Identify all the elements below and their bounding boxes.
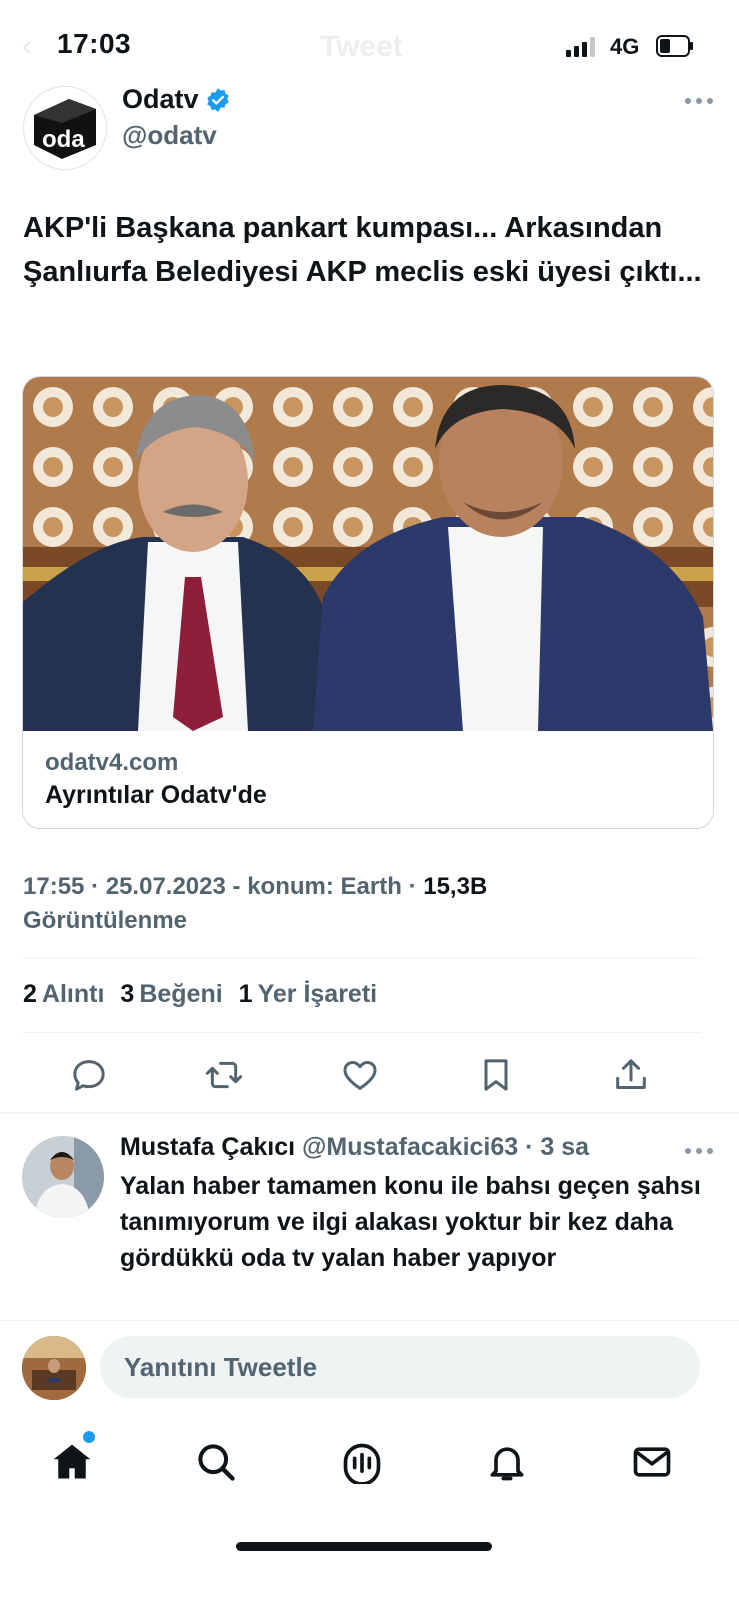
- bookmark-icon[interactable]: [476, 1055, 516, 1095]
- meta-separator: -: [232, 873, 248, 900]
- view-count: 15,3B: [423, 873, 488, 900]
- like-icon[interactable]: [340, 1055, 380, 1095]
- reply-header[interactable]: Mustafa Çakıcı @Mustafacakici63 · 3 sa: [120, 1133, 589, 1162]
- network-type: 4G: [610, 34, 640, 59]
- messages-icon[interactable]: [630, 1440, 674, 1484]
- screen-title-faded: Tweet: [320, 30, 403, 63]
- meta-separator: ·: [91, 873, 106, 900]
- search-icon[interactable]: [194, 1440, 238, 1484]
- svg-text:oda: oda: [42, 126, 85, 153]
- tweet-stats: 2 Alıntı 3 Beğeni 1 Yer İşareti: [23, 980, 377, 1009]
- notification-dot: [83, 1431, 95, 1443]
- divider: [0, 1320, 739, 1321]
- home-indicator: [236, 1542, 492, 1551]
- reply-compose-input[interactable]: Yanıtını Tweetle: [100, 1336, 700, 1398]
- verified-badge-icon: [206, 87, 229, 112]
- compose-placeholder: Yanıtını Tweetle: [124, 1352, 318, 1382]
- author-handle[interactable]: @odatv: [122, 120, 217, 151]
- tweet-location: konum: Earth: [247, 873, 402, 900]
- reply-more-options-icon[interactable]: [684, 1146, 714, 1156]
- card-title: Ayrıntılar Odatv'de: [45, 781, 267, 809]
- link-card[interactable]: odatv4.com Ayrıntılar Odatv'de: [22, 376, 714, 829]
- spaces-icon[interactable]: [340, 1440, 384, 1484]
- author-name-row[interactable]: Odatv: [122, 84, 231, 115]
- card-image[interactable]: [23, 377, 713, 731]
- home-icon[interactable]: [50, 1440, 94, 1484]
- signal-icon: [566, 37, 595, 57]
- battery-icon: [656, 35, 693, 57]
- divider: [23, 958, 701, 959]
- reply-author-handle[interactable]: @Mustafacakici63: [302, 1133, 518, 1161]
- avatar-photo: [22, 1336, 86, 1400]
- tweet-time[interactable]: 17:55: [23, 873, 84, 900]
- retweet-icon[interactable]: [204, 1055, 244, 1095]
- avatar-photo: [22, 1136, 104, 1218]
- meta-separator: ·: [408, 873, 424, 900]
- divider: [0, 1112, 739, 1114]
- tweet-date[interactable]: 25.07.2023: [106, 873, 226, 900]
- share-icon[interactable]: [611, 1055, 651, 1095]
- status-time: 17:03: [57, 28, 132, 59]
- reply-icon[interactable]: [69, 1055, 109, 1095]
- notifications-icon[interactable]: [485, 1440, 529, 1484]
- more-options-icon[interactable]: [684, 96, 714, 106]
- back-button-faded[interactable]: ‹: [22, 30, 31, 62]
- reply-avatar[interactable]: [22, 1136, 104, 1218]
- view-label: Görüntülenme: [23, 907, 188, 934]
- divider: [23, 1032, 701, 1033]
- reply-time: 3 sa: [540, 1133, 590, 1161]
- stat-likes[interactable]: 3 Beğeni: [120, 980, 222, 1009]
- author-avatar[interactable]: oda: [23, 86, 107, 170]
- card-domain: odatv4.com: [45, 749, 179, 776]
- tweet-meta: 17:55 · 25.07.2023 - konum: Earth · 15,3…: [23, 870, 623, 938]
- reply-separator: ·: [518, 1133, 541, 1161]
- tweet-text: AKP'li Başkana pankart kumpası... Arkası…: [23, 212, 702, 288]
- odatv-logo: oda: [34, 99, 96, 159]
- stat-bookmarks[interactable]: 1 Yer İşareti: [239, 980, 377, 1009]
- stat-quotes[interactable]: 2 Alıntı: [23, 980, 104, 1009]
- compose-avatar[interactable]: [22, 1336, 86, 1400]
- author-name[interactable]: Odatv: [122, 84, 199, 115]
- reply-text: Yalan haber tamamen konu ile bahsı geçen…: [120, 1172, 701, 1272]
- reply-author-name[interactable]: Mustafa Çakıcı: [120, 1133, 295, 1161]
